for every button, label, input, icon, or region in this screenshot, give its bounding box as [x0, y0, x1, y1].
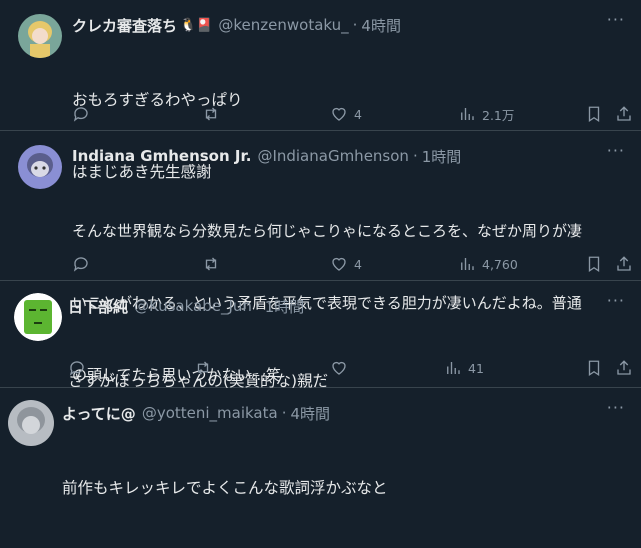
share-icon [617, 360, 631, 375]
views-chart-icon [447, 362, 460, 374]
more-options-icon[interactable]: ··· [607, 10, 625, 29]
reply-button[interactable] [72, 255, 96, 273]
reply-icon [73, 257, 88, 272]
like-button[interactable] [330, 359, 354, 377]
heart-icon [332, 257, 346, 271]
views-count: 4,760 [482, 256, 518, 272]
user-handle[interactable]: @kenzenwotaku_ [218, 16, 348, 34]
tweet[interactable]: クレカ審査落ち 🐧🎴 @kenzenwotaku_ · 4時間 ··· おもろす… [0, 0, 641, 181]
separator-dot: · [255, 297, 261, 315]
bookmark-button[interactable] [585, 105, 603, 123]
bookmark-icon [588, 360, 600, 377]
like-count: 4 [354, 256, 362, 272]
more-options-icon[interactable]: ··· [607, 291, 625, 310]
retweet-icon [205, 257, 217, 271]
tweet-text-line: そんな世界観なら分数見たら何じゃこりゃになるところを、なぜか周りが凄 [72, 222, 583, 240]
share-button[interactable] [615, 255, 633, 273]
timestamp[interactable]: 1時間 [265, 296, 305, 317]
like-button[interactable]: 4 [330, 105, 362, 123]
display-name[interactable]: Indiana Gmhenson Jr. [72, 147, 251, 165]
timestamp[interactable]: 4時間 [290, 403, 330, 424]
views-chart-icon [461, 108, 474, 120]
avatar[interactable] [18, 14, 62, 58]
reply-icon [69, 361, 84, 376]
views-button[interactable]: 41 [444, 359, 484, 377]
bookmark-button[interactable] [585, 255, 603, 273]
like-button[interactable]: 4 [330, 255, 362, 273]
heart-icon [332, 107, 346, 121]
reply-icon [73, 107, 88, 122]
user-handle[interactable]: @Kusakabe_Jun [134, 297, 252, 315]
views-chart-icon [461, 258, 474, 270]
tweet-text-line: 前作もキレッキレでよくこんな歌詞浮かぶなと [62, 479, 388, 497]
views-button[interactable]: 4,760 [458, 255, 518, 273]
separator-dot: · [352, 16, 358, 34]
share-icon [617, 256, 631, 271]
share-button[interactable] [615, 105, 633, 123]
timestamp[interactable]: 4時間 [361, 15, 401, 36]
user-handle[interactable]: @IndianaGmhenson [257, 147, 409, 165]
bookmark-icon [588, 106, 600, 123]
share-icon [617, 106, 631, 121]
bookmark-icon [588, 256, 600, 273]
reply-button[interactable] [72, 105, 96, 123]
retweet-icon [197, 361, 209, 375]
heart-icon [332, 361, 346, 375]
separator-dot: · [281, 404, 287, 422]
avatar[interactable] [14, 293, 62, 341]
share-button[interactable] [615, 359, 633, 377]
tweet-text: 前作もキレッキレでよくこんな歌詞浮かぶなと [62, 428, 629, 548]
user-handle[interactable]: @yotteni_maikata [142, 404, 278, 422]
display-name[interactable]: クレカ審査落ち [72, 15, 177, 36]
display-name[interactable]: 日下部純 [68, 296, 128, 317]
views-count: 41 [468, 360, 484, 376]
retweet-icon [205, 107, 217, 121]
timestamp[interactable]: 1時間 [422, 146, 462, 167]
separator-dot: · [412, 147, 418, 165]
name-emoji: 🐧🎴 [180, 17, 213, 33]
retweet-button[interactable] [202, 105, 226, 123]
reply-button[interactable] [68, 359, 92, 377]
tweet[interactable]: よってに@ @yotteni_maikata · 4時間 ··· 前作もキレッキ… [0, 388, 641, 497]
bookmark-button[interactable] [585, 359, 603, 377]
like-count: 4 [354, 106, 362, 122]
views-count: 2.1万 [482, 107, 515, 123]
retweet-button[interactable] [202, 255, 226, 273]
tweet[interactable]: 日下部純 @Kusakabe_Jun · 1時間 ··· さすがぼっちちゃんの(… [0, 281, 641, 390]
more-options-icon[interactable]: ··· [607, 141, 625, 160]
views-button[interactable]: 2.1万 [458, 105, 514, 124]
more-options-icon[interactable]: ··· [607, 398, 625, 417]
tweet[interactable]: Indiana Gmhenson Jr. @IndianaGmhenson · … [0, 131, 641, 384]
avatar[interactable] [18, 145, 62, 189]
retweet-button[interactable] [194, 359, 218, 377]
avatar[interactable] [8, 400, 54, 446]
display-name[interactable]: よってに@ [62, 403, 136, 424]
